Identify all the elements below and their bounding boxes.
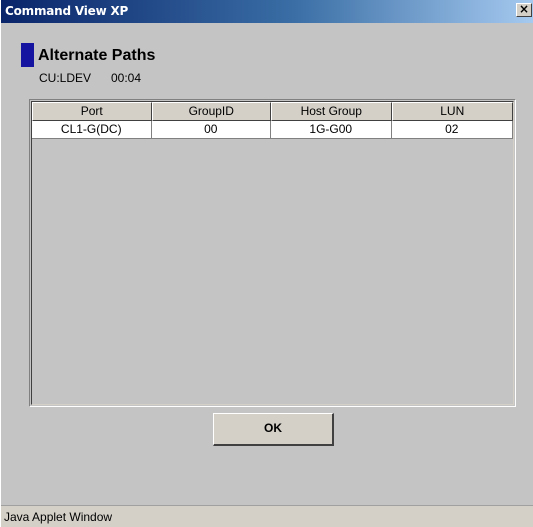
cell-groupid: 00 [151, 121, 271, 139]
section-title: Alternate Paths [38, 47, 156, 64]
close-icon[interactable]: × [516, 3, 532, 17]
column-header-groupid[interactable]: GroupID [151, 102, 271, 121]
cell-port: CL1-G(DC) [32, 121, 152, 139]
cu-ldev-value: 00:04 [111, 71, 142, 85]
column-header-lun[interactable]: LUN [391, 102, 513, 121]
cu-ldev-label: CU:LDEV [39, 71, 92, 85]
dialog-content: Alternate Paths CU:LDEV 00:04 Port Group… [1, 23, 533, 527]
section-marker [21, 43, 34, 67]
table-viewport[interactable]: Port GroupID Host Group LUN CL1-G(DC) 00… [31, 101, 514, 405]
window-title: Command View XP [5, 4, 129, 18]
alternate-paths-table: Port GroupID Host Group LUN CL1-G(DC) 00… [29, 99, 516, 407]
status-bar: Java Applet Window [1, 505, 533, 527]
column-header-host-group[interactable]: Host Group [271, 102, 392, 121]
table-row[interactable]: CL1-G(DC) 00 1G-G00 02 [32, 121, 513, 139]
table-header: Port GroupID Host Group LUN [32, 102, 513, 121]
ok-button[interactable]: OK [213, 413, 334, 446]
dialog-window: Command View XP × Alternate Paths CU:LDE… [0, 0, 533, 527]
cell-lun: 02 [391, 121, 513, 139]
cell-host-group: 1G-G00 [271, 121, 392, 139]
status-text: Java Applet Window [4, 510, 113, 524]
title-bar[interactable]: Command View XP × [1, 0, 533, 23]
column-header-port[interactable]: Port [32, 102, 152, 121]
